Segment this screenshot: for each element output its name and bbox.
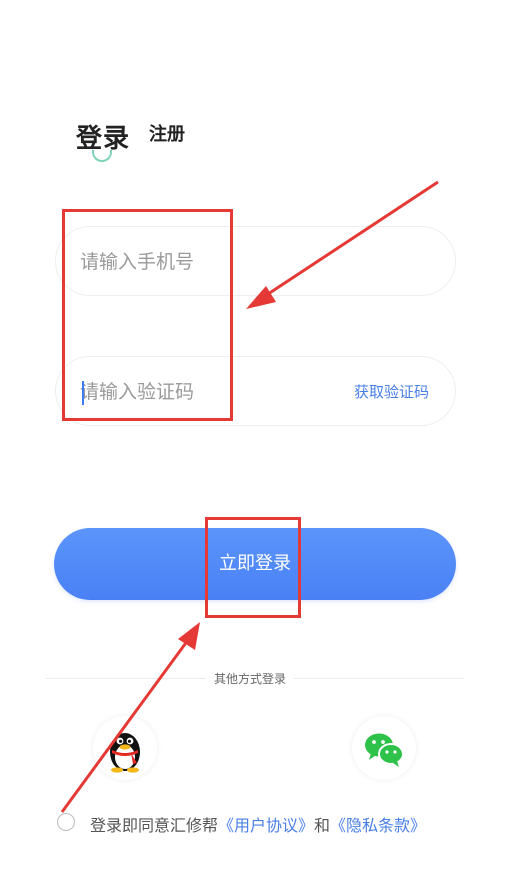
other-login-label: 其他方式登录 [206,670,295,687]
tab-active-indicator [92,150,112,162]
annotation-box-button [205,517,301,618]
wechat-icon [365,733,404,767]
user-agreement-link[interactable]: 《用户协议》 [218,816,314,835]
get-code-link[interactable]: 获取验证码 [354,381,429,402]
annotation-box-inputs [62,209,233,421]
agreement-text: 登录即同意汇修帮《用户协议》和《隐私条款》 [90,812,426,836]
tab-register[interactable]: 注册 [149,120,185,146]
qq-login-button[interactable] [93,716,157,780]
wechat-login-button[interactable] [352,716,416,780]
agreement-checkbox[interactable] [57,813,75,831]
agreement-prefix: 登录即同意汇修帮 [90,816,219,835]
agreement-and: 和 [314,816,331,835]
privacy-policy-link[interactable]: 《隐私条款》 [330,816,426,835]
qq-penguin-icon [110,733,140,773]
